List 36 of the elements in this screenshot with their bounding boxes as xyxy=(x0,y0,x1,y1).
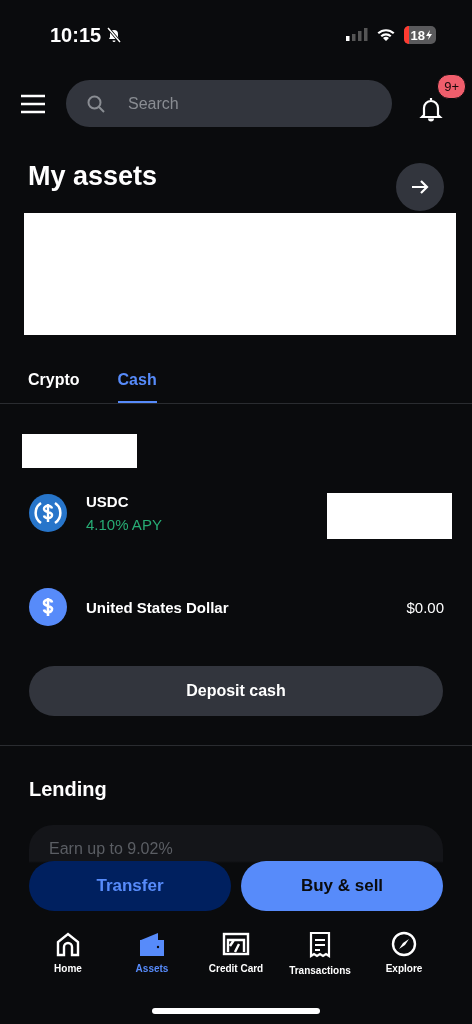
asset-balance: $0.00 xyxy=(406,598,444,616)
nav-tab[interactable]: Explore xyxy=(362,931,446,976)
tab[interactable]: Cash xyxy=(117,363,157,403)
wifi-icon xyxy=(375,28,396,42)
clock-time: 10:15 xyxy=(50,23,102,47)
deposit-button[interactable]: Deposit cash xyxy=(29,666,443,716)
coin-icon xyxy=(28,493,68,533)
action-button[interactable]: Transfer xyxy=(29,861,231,911)
compass-icon xyxy=(391,931,417,957)
signal-icon xyxy=(345,28,368,42)
receipt-icon xyxy=(308,931,332,959)
credit-card-icon xyxy=(222,931,250,957)
forward-arrow-button[interactable] xyxy=(396,163,444,211)
nav-tab[interactable]: Transactions xyxy=(278,931,362,976)
dollar-icon xyxy=(28,587,68,627)
page-title: My assets xyxy=(28,161,158,192)
search-field[interactable]: Search xyxy=(66,80,392,127)
wallet-icon xyxy=(139,931,165,957)
battery-indicator: 18 xyxy=(403,26,436,44)
section-title: Lending xyxy=(29,778,108,801)
asset-name: USDC xyxy=(86,493,130,510)
arrow-icon xyxy=(411,179,429,195)
asset-name: United States Dollar xyxy=(86,598,230,616)
house-icon xyxy=(55,931,81,957)
apy-rate: 4.10% APY xyxy=(86,516,163,533)
action-button[interactable]: Buy & sell xyxy=(241,861,443,911)
notifications-icon[interactable] xyxy=(418,95,444,122)
menu-icon[interactable] xyxy=(20,93,46,114)
nav-tab[interactable]: Assets xyxy=(110,931,194,976)
muted-bell-icon xyxy=(105,26,124,44)
nav-tab[interactable]: Home xyxy=(26,931,110,976)
nav-tab[interactable]: Credit Card xyxy=(194,931,278,976)
tab[interactable]: Crypto xyxy=(28,363,80,403)
notification-badge: 9+ xyxy=(437,73,466,99)
card-text: Earn up to 9.02% xyxy=(49,840,173,857)
search-icon xyxy=(86,94,106,114)
